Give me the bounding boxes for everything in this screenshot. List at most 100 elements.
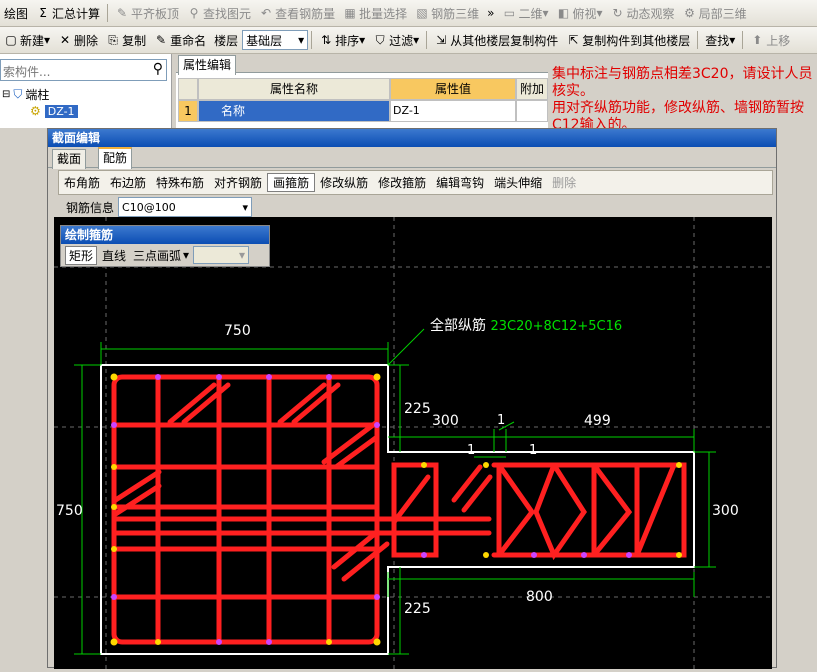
close-icon: ✕	[60, 33, 71, 47]
summary-calc-button[interactable]: Σ 汇总计算	[32, 2, 104, 24]
reinforcement-toolbar: 布角筋 布边筋 特殊布筋 对齐钢筋 画箍筋 修改纵筋 修改箍筋 编辑弯钩 端头伸…	[58, 170, 773, 195]
properties-panel: 属性编辑 属性名称 属性值 附加 1 名称 DZ-1	[176, 54, 548, 128]
find-button[interactable]: 查找 ▾	[701, 29, 739, 51]
draw-stirrup-tool[interactable]: 画箍筋	[267, 173, 316, 192]
view-rebar-amount-button[interactable]: ↶ 查看钢筋量	[255, 2, 339, 24]
section-canvas[interactable]: 750 750 225 300 1 499 1 1 300 800 225 全部…	[54, 217, 772, 669]
row-property-value[interactable]: DZ-1	[390, 100, 516, 122]
line-tool[interactable]: 直线	[97, 247, 131, 264]
view-2d-button[interactable]: ▭ 二维 ▾	[498, 2, 552, 24]
arc-option-select[interactable]: ▾	[193, 246, 250, 264]
batch-select-button[interactable]: ▦ 批量选择	[339, 2, 411, 24]
main-toolbar: 绘图 Σ 汇总计算 ✎ 平齐板顶 ⚲ 查找图元 ↶ 查看钢筋量 ▦ 批量选择 ▧ 钢筋三维 …	[0, 0, 817, 27]
cube-icon: ▧	[416, 6, 428, 20]
copy-from-floor-button[interactable]: ⇲ 从其他楼层复制构件	[430, 29, 562, 51]
move-up-button[interactable]: ⬆ 上移	[746, 29, 794, 51]
find-element-button[interactable]: ⚲ 查找图元	[183, 2, 255, 24]
arrow-up-icon: ⬆	[752, 33, 763, 47]
search-input[interactable]: 索构件... ⚲	[0, 59, 167, 81]
binoculars-icon: ⚲	[189, 6, 199, 20]
overflow-chevron[interactable]: »	[483, 2, 498, 24]
edit-long-bar-tool[interactable]: 修改纵筋	[315, 174, 373, 191]
three-point-arc-tool[interactable]: 三点画弧	[131, 247, 183, 264]
dim-1-b: 1	[467, 443, 476, 458]
dim-top: 750	[224, 323, 251, 339]
draw-button[interactable]: 绘图	[0, 2, 32, 24]
dim-300: 300	[432, 413, 459, 429]
copy-icon: ⎘	[108, 33, 118, 47]
col-property-value[interactable]: 属性值	[390, 78, 516, 100]
filter-icon: ⛉	[375, 33, 385, 47]
delete-tool[interactable]: 删除	[547, 174, 581, 191]
chevron-down-icon: ▾	[298, 33, 305, 47]
tab-section[interactable]: 截面	[52, 149, 87, 169]
grid-icon: ▦	[344, 6, 356, 20]
edge-bar-tool[interactable]: 布边筋	[105, 174, 151, 191]
arrow-icon: ↶	[261, 6, 272, 20]
row-extra-checkbox[interactable]	[516, 100, 548, 122]
collapse-icon[interactable]: ⊟	[2, 89, 10, 100]
rect-icon: ▭	[503, 6, 516, 20]
rebar-info-select[interactable]: C10@100 ▾	[118, 197, 253, 217]
floor-label: 楼层	[214, 33, 239, 48]
chevron-down-icon: ▾	[596, 6, 603, 20]
copy-button[interactable]: ⎘ 复制	[102, 29, 150, 51]
chevron-down-icon: ▾	[729, 33, 736, 47]
new-icon: ▢	[5, 33, 17, 47]
chevron-down-icon[interactable]: ▾	[183, 248, 189, 262]
edit-stirrup-tool[interactable]: 修改箍筋	[373, 174, 431, 191]
rename-icon: ✎	[156, 33, 167, 47]
tree-node-dz1[interactable]: ⚙ DZ-1	[30, 104, 78, 118]
draw-stirrup-panel: 绘制箍筋 矩形 直线 三点画弧 ▾ ▾	[60, 225, 270, 267]
floor-select[interactable]: 基础层 ▾	[242, 30, 309, 50]
col-property-name[interactable]: 属性名称	[198, 78, 390, 100]
copy-to-floor-button[interactable]: ⇱ 复制构件到其他楼层	[562, 29, 694, 51]
chevron-down-icon: ▾	[44, 33, 51, 47]
tab-property-edit[interactable]: 属性编辑	[178, 55, 237, 75]
draw-panel-title: 绘制箍筋	[61, 226, 269, 244]
local-3d-button[interactable]: ⚙ 局部三维	[679, 2, 751, 24]
rectangle-tool[interactable]: 矩形	[65, 245, 98, 265]
tab-reinforcement[interactable]: 配筋	[98, 147, 133, 169]
chevron-down-icon: ▾	[359, 33, 366, 47]
sigma-icon: Σ	[39, 6, 47, 20]
rebar-3d-button[interactable]: ▧ 钢筋三维	[411, 2, 483, 24]
component-tree-panel: 索构件... ⚲ ⊟ ⛉ 端柱 ⚙ DZ-1	[0, 54, 172, 128]
align-slab-top-button[interactable]: ✎ 平齐板顶	[111, 2, 183, 24]
chevron-down-icon: ▾	[239, 248, 246, 262]
dim-499: 499	[584, 413, 611, 429]
tree-node-root[interactable]: ⊟ ⛉ 端柱	[2, 86, 49, 103]
dim-bottom: 800	[526, 589, 553, 605]
dim-right: 300	[712, 503, 739, 519]
rename-button[interactable]: ✎ 重命名	[150, 29, 210, 51]
filter-button[interactable]: ⛉ 过滤 ▾	[369, 29, 423, 51]
gear-icon: ⚙	[684, 6, 695, 20]
align-bar-tool[interactable]: 对齐钢筋	[209, 174, 267, 191]
dynamic-view-button[interactable]: ↻ 动态观察	[607, 2, 679, 24]
dim-1-a: 1	[497, 413, 506, 428]
sort-button[interactable]: ⇅ 排序 ▾	[315, 29, 369, 51]
dim-1-c: 1	[529, 443, 538, 458]
corner-bar-tool[interactable]: 布角筋	[59, 174, 105, 191]
rebar-info-label: 钢筋信息	[66, 200, 115, 215]
component-toolbar: ▢ 新建 ▾ ✕ 删除 ⎘ 复制 ✎ 重命名 楼层 基础层 ▾ ⇅ 排序 ▾ ⛉ 过滤 ▾ ⇲…	[0, 27, 817, 54]
special-bar-tool[interactable]: 特殊布筋	[151, 174, 209, 191]
section-edit-dialog: 截面编辑 截面 配筋 布角筋 布边筋 特殊布筋 对齐钢筋 画箍筋 修改纵筋 修改…	[47, 128, 777, 669]
top-view-button[interactable]: ◧ 俯视 ▾	[553, 2, 607, 24]
rebar-info-row: 钢筋信息 C10@100 ▾	[66, 197, 253, 217]
edit-hook-tool[interactable]: 编辑弯钩	[431, 174, 489, 191]
row-property-name[interactable]: 名称	[198, 100, 390, 122]
new-button[interactable]: ▢ 新建 ▾	[0, 29, 54, 51]
chevron-down-icon: ▾	[242, 200, 249, 214]
col-extra[interactable]: 附加	[516, 78, 548, 100]
column-icon: ⚙	[30, 104, 41, 118]
copy-floor-icon: ⇱	[568, 33, 579, 47]
search-icon[interactable]: ⚲	[153, 61, 163, 77]
sort-icon: ⇅	[321, 33, 332, 47]
dim-225-top: 225	[404, 401, 431, 417]
dialog-title: 截面编辑	[48, 129, 776, 147]
designer-note: 集中标注与钢筋点相差3C20，请设计人员核实。 用对齐纵筋功能，修改纵筋、墙钢筋…	[552, 66, 813, 133]
delete-button[interactable]: ✕ 删除	[54, 29, 102, 51]
end-stretch-tool[interactable]: 端头伸缩	[489, 174, 547, 191]
copy-floor-icon: ⇲	[436, 33, 447, 47]
